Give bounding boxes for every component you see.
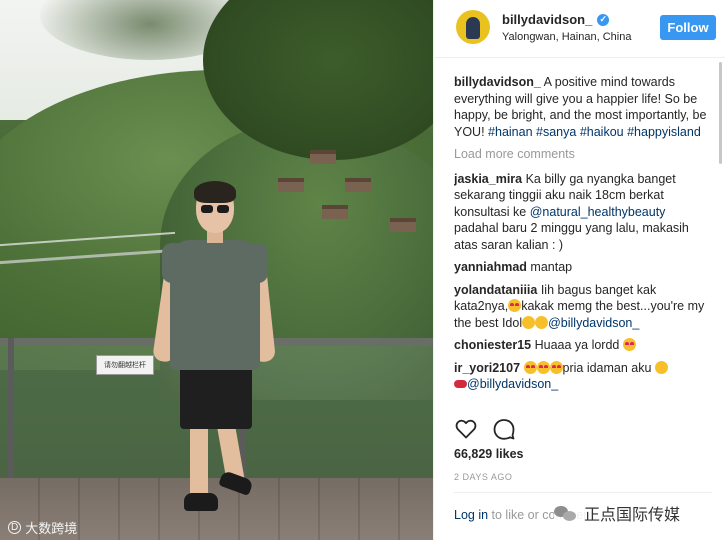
verified-badge-icon: ✓ xyxy=(597,13,610,26)
hashtag-link[interactable]: #happyisland xyxy=(627,125,701,139)
photo-hut xyxy=(345,178,371,192)
heart-eyes-emoji-icon xyxy=(508,299,522,312)
heart-eyes-emoji-icon xyxy=(549,360,563,374)
heart-eyes-emoji-icon xyxy=(536,360,550,374)
post-username[interactable]: billydavidson_ xyxy=(502,12,592,27)
likes-count[interactable]: 66,829 likes xyxy=(454,447,524,461)
comment-text: pria idaman aku xyxy=(562,360,655,375)
list-item: ir_yori2107 pria idaman aku @billydavids… xyxy=(454,360,712,393)
lips-emoji-icon xyxy=(454,380,467,388)
post-actions xyxy=(454,416,516,442)
comments-scrollbar[interactable] xyxy=(719,62,722,164)
person-shoe-left xyxy=(184,493,218,511)
comment-username[interactable]: ir_yori2107 xyxy=(454,361,520,375)
watermark-left: D 大数跨境 xyxy=(8,518,77,537)
avatar[interactable] xyxy=(456,10,490,44)
list-item: jaskia_mira Ka billy ga nyangka banget s… xyxy=(454,171,712,254)
comments-list: billydavidson_ A positive mind towards e… xyxy=(454,74,712,408)
photo-person xyxy=(152,181,276,515)
person-leg-left xyxy=(190,425,208,495)
post-username-row: billydavidson_ ✓ xyxy=(502,12,610,27)
load-more-comments-link[interactable]: Load more comments xyxy=(454,146,712,163)
person-shoe-right xyxy=(218,470,254,496)
post-photo[interactable]: 请勿翻越栏杆 D 大数跨境 xyxy=(0,0,433,540)
post-header: billydavidson_ ✓ Yalongwan, Hainan, Chin… xyxy=(434,0,725,58)
divider xyxy=(454,492,712,493)
watermark-right: 正点国际传媒 xyxy=(554,498,725,528)
watermark-left-text: 大数跨境 xyxy=(25,521,78,536)
photo-hut xyxy=(278,178,304,192)
comment-username[interactable]: choniester15 xyxy=(454,338,531,352)
heart-eyes-emoji-icon xyxy=(523,360,537,374)
wechat-logo-icon xyxy=(554,504,578,522)
person-sunglasses xyxy=(201,205,229,213)
person-shorts xyxy=(180,365,252,429)
heart-icon[interactable] xyxy=(454,417,478,441)
watermark-right-text: 正点国际传媒 xyxy=(584,507,681,524)
photo-hut xyxy=(310,150,336,164)
mention-link[interactable]: @natural_healthybeauty xyxy=(530,205,666,219)
smile-emoji-icon xyxy=(522,315,536,329)
list-item: choniester15 Huaaa ya lordd xyxy=(454,337,712,354)
smile-emoji-icon xyxy=(654,360,668,374)
hashtag-link[interactable]: #haikou xyxy=(580,125,624,139)
comment-username[interactable]: yolandataniiia xyxy=(454,283,537,297)
comment-text: padahal baru 2 minggu yang lalu, makasih… xyxy=(454,221,689,252)
comment-icon[interactable] xyxy=(492,417,516,441)
heart-eyes-emoji-icon xyxy=(622,338,636,351)
photo-railing-post xyxy=(8,338,14,488)
photo-hut xyxy=(390,218,416,232)
post-location[interactable]: Yalongwan, Hainan, China xyxy=(502,31,631,43)
caption: billydavidson_ A positive mind towards e… xyxy=(454,74,712,140)
person-sleeve-left xyxy=(162,243,188,283)
hashtag-link[interactable]: #sanya xyxy=(536,125,576,139)
photo-sign: 请勿翻越栏杆 xyxy=(96,355,154,375)
comment-text: mantap xyxy=(526,260,573,274)
list-item: yolandataniiia Iih bagus banget kak kata… xyxy=(454,282,712,332)
smile-emoji-icon xyxy=(535,315,549,329)
person-hair xyxy=(194,181,236,203)
post-timestamp: 2 DAYS AGO xyxy=(454,472,513,482)
follow-button[interactable]: Follow xyxy=(660,15,716,40)
list-item: yanniahmad mantap xyxy=(454,259,712,276)
comment-text: Huaaa ya lordd xyxy=(531,338,623,352)
watermark-logo-icon: D xyxy=(8,521,22,534)
comment-username[interactable]: jaskia_mira xyxy=(454,172,522,186)
photo-hut xyxy=(322,205,348,219)
caption-username[interactable]: billydavidson_ xyxy=(454,75,541,89)
login-link[interactable]: Log in xyxy=(454,508,488,522)
person-sleeve-right xyxy=(242,243,268,283)
post-side-panel: billydavidson_ ✓ Yalongwan, Hainan, Chin… xyxy=(433,0,725,540)
mention-link[interactable]: @billydavidson_ xyxy=(548,316,639,330)
comment-username[interactable]: yanniahmad xyxy=(454,260,527,274)
hashtag-link[interactable]: #hainan xyxy=(488,125,533,139)
mention-link[interactable]: @billydavidson_ xyxy=(467,377,558,391)
